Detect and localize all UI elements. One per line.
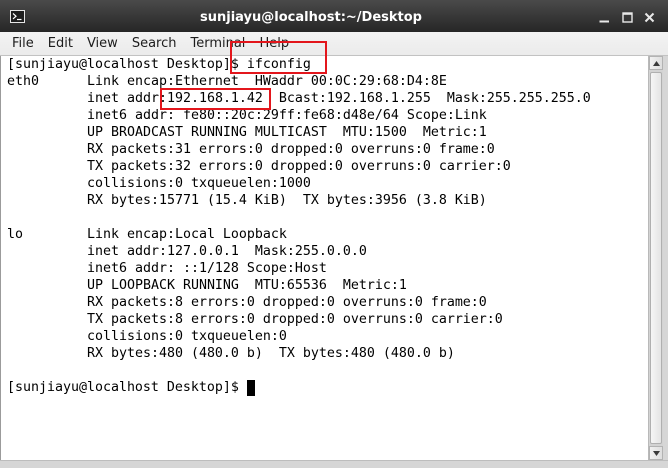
terminal-line: collisions:0 txqueuelen:0 [7,328,648,345]
line-text: inet6 addr: fe80::20c:29ff:fe68:d48e/64 … [87,108,487,123]
maximize-icon [622,12,633,23]
minimize-button[interactable] [598,11,611,24]
close-icon [644,12,655,23]
terminal-line: UP BROADCAST RUNNING MULTICAST MTU:1500 … [7,124,648,141]
typed-command: ifconfig [246,57,311,72]
terminal-line: RX bytes:15771 (15.4 KiB) TX bytes:3956 … [7,192,648,209]
terminal-line: inet6 addr: ::1/128 Scope:Host [7,260,648,277]
line-text: inet6 addr: ::1/128 Scope:Host [87,261,327,276]
menu-search[interactable]: Search [125,32,184,55]
menu-help[interactable]: Help [252,32,296,55]
shell-prompt: [sunjiayu@localhost Desktop]$ [7,380,239,395]
line-text: RX bytes:480 (480.0 b) TX bytes:480 (480… [87,346,455,361]
line-text: collisions:0 txqueuelen:0 [87,329,287,344]
menu-bar: File Edit View Search Terminal Help [0,32,668,56]
line-text: RX packets:31 errors:0 dropped:0 overrun… [87,142,495,157]
terminal-line: lo Link encap:Local Loopback [7,226,648,243]
title-bar[interactable]: sunjiayu@localhost:~/Desktop [0,0,668,32]
terminal-line: inet6 addr: fe80::20c:29ff:fe68:d48e/64 … [7,107,648,124]
terminal-line: TX packets:32 errors:0 dropped:0 overrun… [7,158,648,175]
shell-prompt: [sunjiayu@localhost Desktop]$ [7,57,239,72]
terminal-line: RX packets:31 errors:0 dropped:0 overrun… [7,141,648,158]
maximize-button[interactable] [621,11,634,24]
line-text: UP BROADCAST RUNNING MULTICAST MTU:1500 … [87,125,487,140]
scroll-down-button[interactable] [649,446,663,460]
line-text: TX packets:32 errors:0 dropped:0 overrun… [87,159,511,174]
window-bottom-border [0,460,668,468]
terminal-window: sunjiayu@localhost:~/Desktop File Edit V… [0,0,668,468]
minimize-icon [599,20,609,23]
prompt-line[interactable]: [sunjiayu@localhost Desktop]$ [7,379,648,396]
line-text: Link encap:Local Loopback [87,227,287,242]
scroll-down-arrow-icon [652,450,660,456]
scroll-up-arrow-icon [652,60,660,66]
interface-name: lo [7,227,23,242]
menu-file[interactable]: File [5,32,41,55]
inet-label: inet addr: [87,91,167,106]
terminal-line: RX bytes:480 (480.0 b) TX bytes:480 (480… [7,345,648,362]
command-line: [sunjiayu@localhost Desktop]$ ifconfig [7,56,648,73]
terminal-line: TX packets:8 errors:0 dropped:0 overruns… [7,311,648,328]
line-text: RX bytes:15771 (15.4 KiB) TX bytes:3956 … [87,193,487,208]
line-text: TX packets:8 errors:0 dropped:0 overruns… [87,312,503,327]
line-text: collisions:0 txqueuelen:1000 [87,176,311,191]
terminal-output[interactable]: [sunjiayu@localhost Desktop]$ ifconfig et… [1,56,648,460]
menu-terminal[interactable]: Terminal [183,32,252,55]
ip-address-highlight: 192.168.1.42 [159,88,271,110]
line-text: RX packets:8 errors:0 dropped:0 overruns… [87,295,487,310]
scroll-up-button[interactable] [649,56,663,70]
close-button[interactable] [643,11,656,24]
terminal-cursor [246,380,255,396]
line-text: inet addr:127.0.0.1 Mask:255.0.0.0 [87,244,367,259]
terminal-line: collisions:0 txqueuelen:1000 [7,175,648,192]
terminal-icon[interactable] [10,10,25,23]
terminal-line: inet addr:192.168.1.42 Bcast:192.168.1.25… [7,88,648,110]
scrollbar-thumb[interactable] [650,72,662,444]
window-title: sunjiayu@localhost:~/Desktop [199,10,422,25]
line-text: Bcast:192.168.1.255 Mask:255.255.255.0 [278,91,591,106]
ip-address: 192.168.1.42 [166,91,263,106]
menu-edit[interactable]: Edit [41,32,80,55]
line-text: UP LOOPBACK RUNNING MTU:65536 Metric:1 [87,278,407,293]
line-text: Link encap:Ethernet HWaddr 00:0C:29:68:D… [87,74,447,89]
menu-view[interactable]: View [80,32,125,55]
terminal-line: eth0 Link encap:Ethernet HWaddr 00:0C:29:… [7,73,648,90]
terminal-line: inet addr:127.0.0.1 Mask:255.0.0.0 [7,243,648,260]
vertical-scrollbar[interactable] [648,56,663,460]
terminal-line: UP LOOPBACK RUNNING MTU:65536 Metric:1 [7,277,648,294]
terminal-line: RX packets:8 errors:0 dropped:0 overruns… [7,294,648,311]
interface-name: eth0 [7,74,39,89]
